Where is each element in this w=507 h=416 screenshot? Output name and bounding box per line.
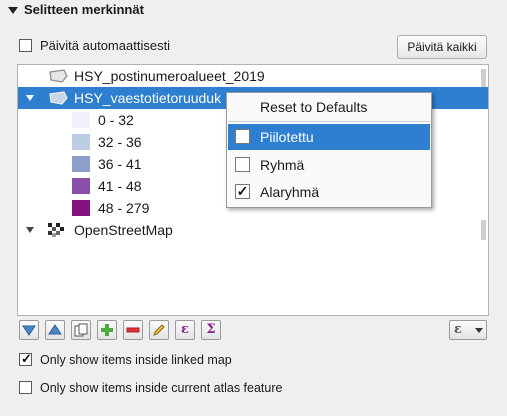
scrollbar[interactable] <box>481 220 486 240</box>
sum-icon: Σ <box>206 322 216 337</box>
tree-item-label: HSY_vaestotietoruuduk <box>74 90 222 106</box>
context-menu: Reset to Defaults Piilotettu Ryhmä ✓ Ala… <box>226 92 432 208</box>
legend-class-row[interactable]: 32 - 36 <box>18 131 228 153</box>
tree-item-openstreetmap[interactable]: OpenStreetMap <box>18 219 480 241</box>
auto-update-label: Päivitä automaattisesti <box>40 38 171 53</box>
update-all-button[interactable]: Päivitä kaikki <box>397 35 487 59</box>
menu-item-label: Alaryhmä <box>260 184 320 200</box>
polygon-layer-icon <box>49 91 68 105</box>
menu-item-label: Ryhmä <box>260 157 305 173</box>
menu-checkbox[interactable] <box>235 157 250 172</box>
menu-checkbox[interactable] <box>235 129 250 144</box>
class-swatch <box>72 156 90 172</box>
raster-layer-icon <box>48 223 64 237</box>
menu-item-piilotettu[interactable]: Piilotettu <box>228 124 430 150</box>
linked-map-checkbox[interactable] <box>19 351 32 367</box>
legend-class-row[interactable]: 41 - 48 <box>18 175 228 197</box>
section-header[interactable]: Selitteen merkinnät <box>0 0 507 22</box>
class-swatch <box>72 112 90 128</box>
polygon-layer-icon <box>49 69 68 83</box>
tree-item-postinumero[interactable]: HSY_postinumeroalueet_2019 <box>18 65 480 87</box>
sum-button[interactable]: Σ <box>201 320 221 340</box>
menu-item-ryhma[interactable]: Ryhmä <box>228 152 430 178</box>
expand-arrow-icon[interactable] <box>26 95 34 101</box>
class-swatch <box>72 134 90 150</box>
move-down-button[interactable] <box>19 320 39 340</box>
legend-class-row[interactable]: 0 - 32 <box>18 109 228 131</box>
scrollbar[interactable] <box>481 69 486 87</box>
menu-item-label: Piilotettu <box>260 129 314 145</box>
add-item-button[interactable] <box>97 320 117 340</box>
edit-item-button[interactable] <box>149 320 169 340</box>
filter-expression-button[interactable]: ε <box>449 320 487 340</box>
expression-icon: ε <box>181 322 189 337</box>
legend-class-row[interactable]: 48 - 279 <box>18 197 228 219</box>
class-swatch <box>72 178 90 194</box>
edit-item-icon <box>153 324 165 336</box>
atlas-feature-label: Only show items inside current atlas fea… <box>40 381 283 395</box>
move-up-button[interactable] <box>45 320 65 340</box>
expression-button[interactable]: ε <box>175 320 195 340</box>
menu-item-label: Reset to Defaults <box>260 99 368 115</box>
move-down-icon <box>22 325 36 336</box>
class-label: 0 - 32 <box>98 112 134 128</box>
menu-item-reset-defaults[interactable]: Reset to Defaults <box>228 94 430 120</box>
collapse-arrow-icon[interactable] <box>8 7 18 14</box>
expression-filter-icon: ε <box>454 322 462 337</box>
add-group-button[interactable] <box>71 320 91 340</box>
legend-class-row[interactable]: 36 - 41 <box>18 153 228 175</box>
class-label: 32 - 36 <box>98 134 142 150</box>
class-swatch <box>72 200 90 216</box>
remove-item-button[interactable] <box>123 320 143 340</box>
tree-item-label: OpenStreetMap <box>74 222 173 238</box>
add-item-icon <box>101 324 113 336</box>
class-label: 36 - 41 <box>98 156 142 172</box>
tree-item-label: HSY_postinumeroalueet_2019 <box>74 68 265 84</box>
remove-item-icon <box>126 327 140 333</box>
expand-arrow-icon[interactable] <box>26 227 34 233</box>
class-label: 48 - 279 <box>98 200 150 216</box>
section-title: Selitteen merkinnät <box>24 2 144 17</box>
menu-separator <box>228 121 430 122</box>
linked-map-label: Only show items inside linked map <box>40 353 232 367</box>
atlas-feature-checkbox[interactable] <box>19 381 32 394</box>
dropdown-arrow-icon <box>475 328 483 333</box>
move-up-icon <box>48 324 62 335</box>
menu-item-alaryhma[interactable]: ✓ Alaryhmä <box>228 179 430 205</box>
add-group-icon <box>74 323 88 337</box>
auto-update-checkbox[interactable] <box>19 39 32 52</box>
class-label: 41 - 48 <box>98 178 142 194</box>
menu-checkbox[interactable]: ✓ <box>235 184 250 199</box>
